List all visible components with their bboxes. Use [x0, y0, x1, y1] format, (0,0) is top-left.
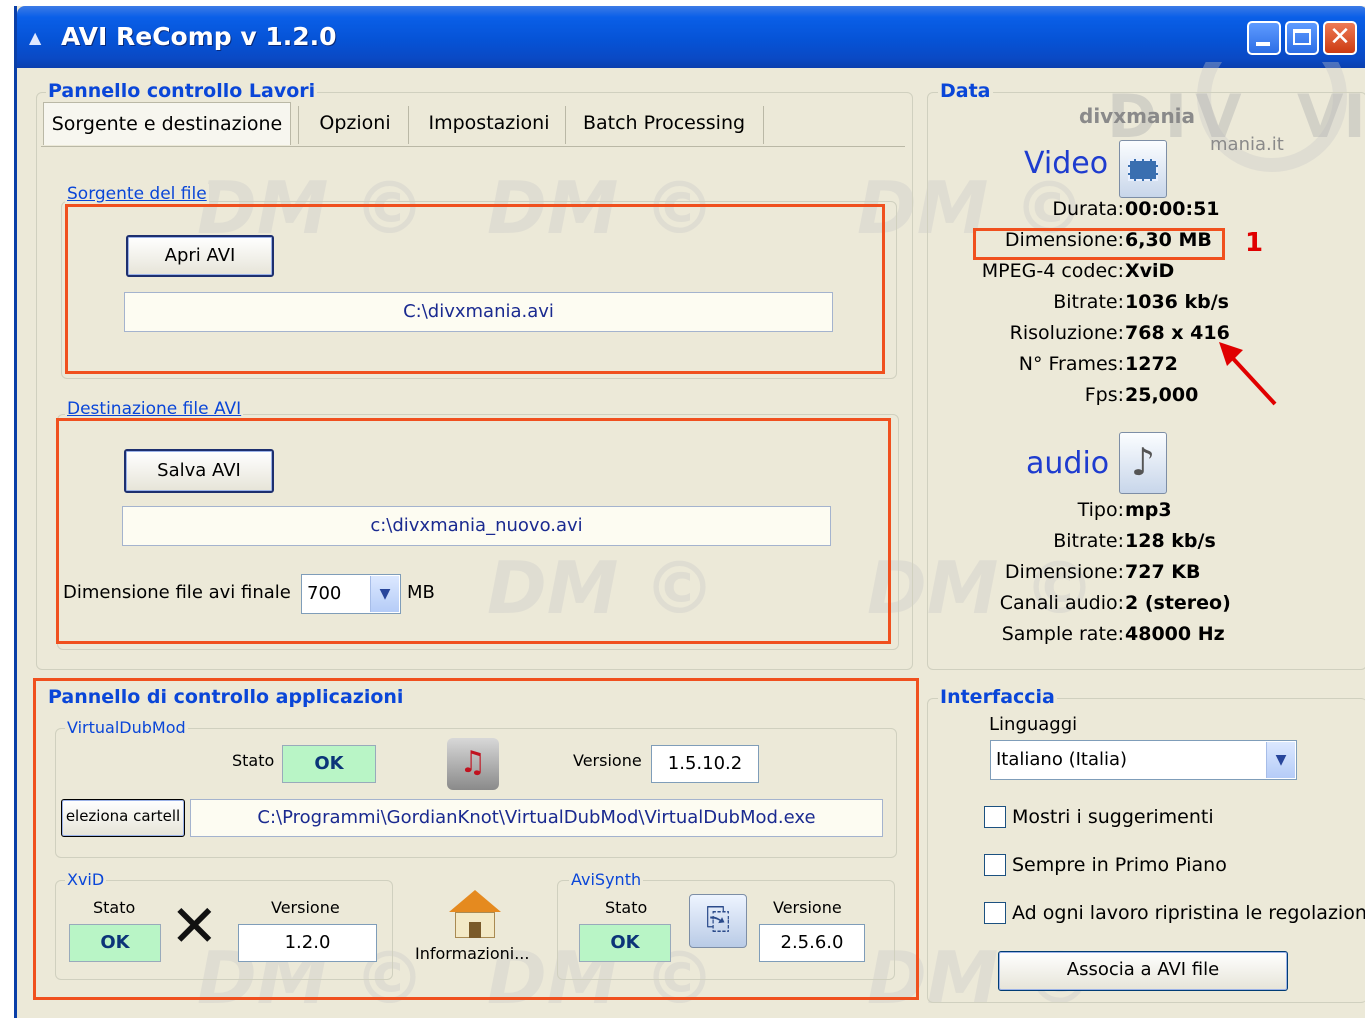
- avisynth-icon: ⎘: [689, 894, 747, 948]
- final-size-select[interactable]: 700 ▼: [301, 574, 401, 614]
- language-label: Linguaggi: [989, 714, 1078, 735]
- vdm-path-field[interactable]: C:\Programmi\GordianKnot\VirtualDubMod\V…: [190, 799, 883, 837]
- close-button[interactable]: ✕: [1323, 21, 1357, 55]
- app-icon: ▲: [29, 28, 42, 47]
- vdm-version-field: 1.5.10.2: [651, 745, 759, 783]
- source-group-title: Sorgente del file: [65, 184, 209, 204]
- language-value: Italiano (Italia): [996, 749, 1128, 770]
- tab-source-destination[interactable]: Sorgente e destinazione: [43, 102, 291, 145]
- vdm-stato-label: Stato: [232, 751, 275, 770]
- vdm-versione-label: Versione: [573, 751, 642, 770]
- select-folder-button[interactable]: eleziona cartell: [61, 799, 185, 837]
- always-on-top-checkbox[interactable]: [984, 854, 1006, 876]
- avisynth-stato-label: Stato: [605, 898, 648, 917]
- annotation-arrow-icon: [1219, 342, 1277, 406]
- info-button[interactable]: Informazioni...: [415, 944, 529, 963]
- associate-avi-button[interactable]: Associa a AVI file: [998, 951, 1288, 991]
- reset-settings-checkbox[interactable]: [984, 902, 1006, 924]
- minimize-button[interactable]: [1247, 21, 1281, 55]
- chevron-down-icon[interactable]: ▼: [370, 576, 399, 612]
- tab-options[interactable]: Opzioni: [305, 102, 405, 144]
- vdm-status-badge: OK: [282, 745, 376, 783]
- destination-group-title: Destinazione file AVI: [65, 399, 244, 419]
- avisynth-version-field: 2.5.6.0: [759, 924, 865, 962]
- xvid-versione-label: Versione: [271, 898, 340, 917]
- interface-panel-title: Interfaccia: [938, 686, 1057, 708]
- show-tips-label: Mostri i suggerimenti: [1012, 806, 1214, 828]
- apps-panel-title: Pannello di controllo applicazioni: [46, 686, 406, 708]
- music-note-icon: ♪: [1119, 432, 1167, 494]
- reset-settings-label: Ad ogni lavoro ripristina le regolazioni: [1012, 902, 1365, 924]
- always-on-top-label: Sempre in Primo Piano: [1012, 854, 1227, 876]
- source-path-field[interactable]: C:\divxmania.avi: [124, 292, 833, 332]
- highlight-box-source: [65, 204, 885, 374]
- vdm-group-title: VirtualDubMod: [65, 718, 188, 737]
- title-bar[interactable]: ▲ AVI ReComp v 1.2.0 ✕: [17, 6, 1365, 68]
- app-window: DM © DM © DM © DM © DM © DM © DM © DM © …: [14, 6, 1365, 1020]
- video-heading: Video: [1024, 146, 1109, 181]
- highlight-box-size: [973, 228, 1225, 260]
- jobs-panel-title: Pannello controllo Lavori: [46, 80, 318, 102]
- annotation-number: 1: [1245, 228, 1264, 258]
- xvid-version-field: 1.2.0: [238, 924, 377, 962]
- xvid-status-badge: OK: [69, 924, 161, 962]
- open-avi-button[interactable]: Apri AVI: [126, 235, 274, 277]
- chevron-down-icon[interactable]: ▼: [1266, 742, 1295, 778]
- tab-settings[interactable]: Impostazioni: [415, 102, 563, 144]
- final-size-label: Dimensione file avi finale: [63, 582, 291, 603]
- save-avi-button[interactable]: Salva AVI: [124, 449, 274, 493]
- maximize-button[interactable]: [1285, 21, 1319, 55]
- avisynth-versione-label: Versione: [773, 898, 842, 917]
- audio-heading: audio: [1026, 446, 1110, 481]
- film-icon: [1119, 140, 1167, 198]
- window-title: AVI ReComp v 1.2.0: [61, 22, 337, 51]
- avisynth-group-title: AviSynth: [569, 870, 644, 889]
- virtualdub-icon: ♫: [447, 738, 499, 790]
- tab-batch-processing[interactable]: Batch Processing: [571, 102, 757, 144]
- avisynth-status-badge: OK: [579, 924, 671, 962]
- xvid-stato-label: Stato: [93, 898, 136, 917]
- tab-content-border: [41, 146, 905, 147]
- show-tips-checkbox[interactable]: [984, 806, 1006, 828]
- data-panel-title: Data: [938, 80, 993, 102]
- language-select[interactable]: Italiano (Italia) ▼: [990, 740, 1297, 780]
- xvid-group-title: XviD: [65, 870, 107, 889]
- final-size-unit: MB: [407, 582, 435, 603]
- home-icon[interactable]: [445, 890, 505, 940]
- destination-path-field[interactable]: c:\divxmania_nuovo.avi: [122, 506, 831, 546]
- final-size-value: 700: [307, 583, 342, 604]
- xvid-icon: ✕: [170, 892, 219, 960]
